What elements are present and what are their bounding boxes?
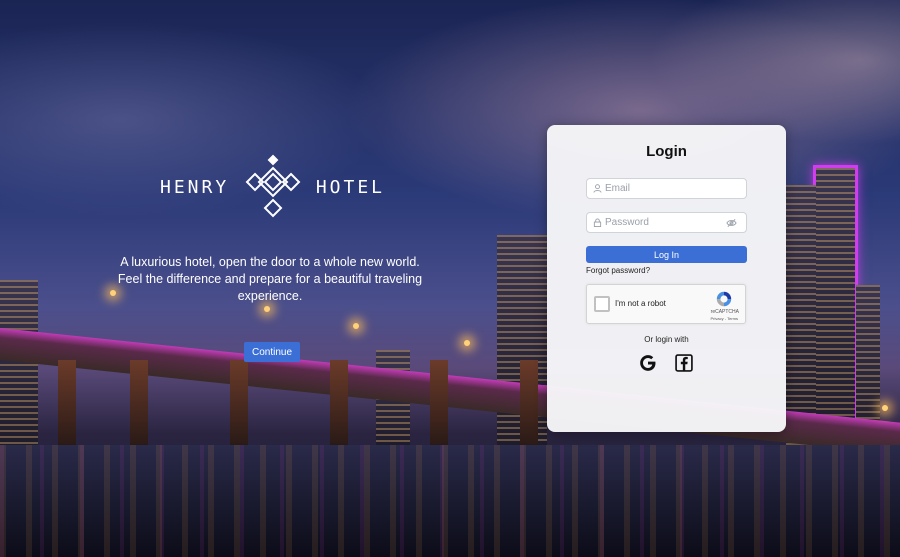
diamond-logo-icon — [245, 154, 300, 217]
password-field[interactable]: Password — [586, 212, 747, 233]
password-placeholder: Password — [605, 217, 649, 228]
google-icon — [640, 355, 656, 371]
building — [786, 185, 816, 445]
login-card: Login Email Password Log In Forgot passw… — [547, 125, 786, 432]
google-login-button[interactable] — [637, 352, 659, 374]
street-lamp — [464, 340, 470, 346]
bridge-pier — [230, 360, 248, 445]
brand-word-left: HENRY — [160, 177, 230, 198]
login-title: Login — [646, 143, 687, 160]
email-field[interactable]: Email — [586, 178, 747, 199]
recaptcha-logo-icon — [716, 291, 732, 307]
bridge-pier — [520, 360, 538, 445]
or-login-with-label: Or login with — [644, 335, 689, 344]
continue-button[interactable]: Continue — [244, 342, 300, 362]
brand-word-right: HOTEL — [315, 177, 385, 198]
email-placeholder: Email — [605, 183, 631, 194]
facebook-login-button[interactable] — [673, 352, 695, 374]
recaptcha-widget: I'm not a robot reCAPTCHA Privacy - Term… — [586, 284, 746, 324]
bridge-pier — [330, 360, 348, 445]
hotel-brand: HENRY HOTEL — [160, 150, 385, 225]
street-lamp — [264, 306, 270, 312]
eye-slash-icon[interactable] — [726, 218, 737, 228]
recaptcha-links[interactable]: Privacy - Terms — [711, 316, 738, 321]
recaptcha-label: I'm not a robot — [615, 299, 666, 308]
bridge-pier — [130, 360, 148, 445]
street-lamp — [882, 405, 888, 411]
hero-tagline: A luxurious hotel, open the door to a wh… — [117, 255, 423, 303]
bridge-pier — [430, 360, 448, 445]
login-button[interactable]: Log In — [586, 246, 747, 263]
facebook-icon — [675, 354, 693, 372]
forgot-password-link[interactable]: Forgot password? — [586, 266, 650, 275]
neon-building — [813, 165, 858, 445]
lock-icon — [593, 218, 602, 227]
water-reflection — [0, 445, 900, 557]
bridge-pier — [58, 360, 76, 445]
recaptcha-checkbox[interactable] — [594, 296, 610, 312]
user-icon — [593, 184, 602, 193]
street-lamp — [353, 323, 359, 329]
recaptcha-brand: reCAPTCHA — [710, 309, 739, 315]
